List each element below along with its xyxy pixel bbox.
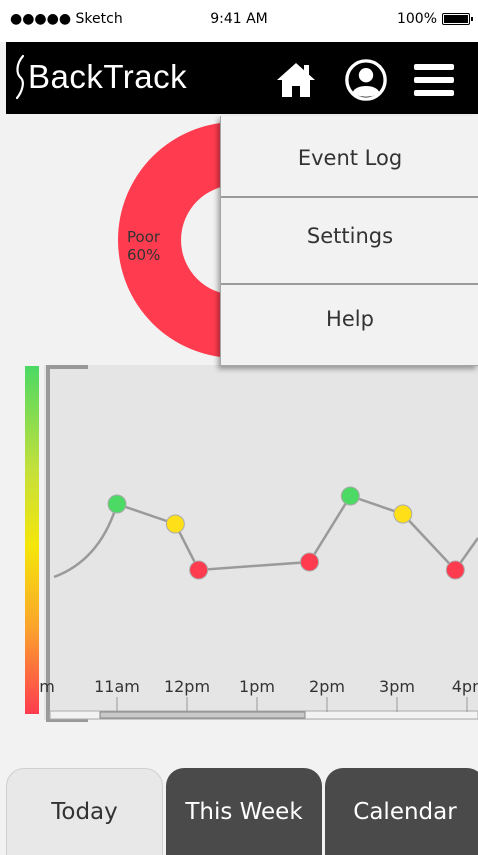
profile-icon (345, 59, 387, 101)
scroll-thumb (99, 711, 306, 719)
tab-this-week[interactable]: This Week (166, 768, 322, 855)
data-point-poor (189, 560, 209, 580)
tab-today[interactable]: Today (6, 768, 163, 855)
home-icon (277, 63, 315, 97)
hamburger-menu-icon (414, 64, 454, 96)
data-point-poor (300, 552, 319, 572)
x-tick-label: 4pn (452, 677, 478, 696)
tab-calendar[interactable]: Calendar (325, 768, 478, 855)
dropdown-menu: Event Log Settings Help (220, 116, 478, 366)
donut-status-label: Poor (127, 228, 161, 246)
donut-percent-label: 60% (127, 246, 161, 264)
app-name: BackTrack (28, 58, 188, 95)
x-tick-label: 1pm (239, 677, 275, 696)
hamburger-menu-button[interactable] (412, 58, 456, 102)
battery-percent: 100% (396, 11, 437, 27)
battery-icon (442, 13, 473, 25)
menu-divider (221, 196, 478, 198)
x-tick-label: 12pm (164, 677, 210, 696)
menu-item-event-log[interactable]: Event Log (221, 146, 478, 170)
home-button[interactable] (274, 58, 318, 102)
profile-button[interactable] (344, 58, 388, 102)
data-point-fair (165, 514, 185, 534)
menu-divider (221, 283, 478, 285)
x-tick-label: 11am (94, 677, 140, 696)
posture-timeline-chart: m 11am 12pm 1pm 2pm 3pm 4pn (39, 365, 478, 722)
app-logo: BackTrack (14, 54, 187, 100)
x-tick-label: m (39, 677, 55, 696)
spine-logo-icon (15, 54, 25, 100)
x-tick-label: 2pm (309, 677, 345, 696)
data-point-fair (393, 504, 413, 524)
data-point-good (340, 486, 360, 506)
menu-item-help[interactable]: Help (221, 307, 478, 331)
status-bar: ●●●●● Sketch 9:41 AM 100% (0, 0, 478, 42)
x-tick-label: 3pm (379, 677, 415, 696)
chart-bracket (46, 365, 88, 722)
menu-item-settings[interactable]: Settings (221, 224, 478, 248)
battery-status: 100% (396, 11, 473, 27)
data-point-good (107, 494, 127, 514)
donut-label: Poor 60% (127, 228, 160, 264)
data-point-poor (445, 560, 465, 580)
app-header: BackTrack (6, 42, 478, 114)
